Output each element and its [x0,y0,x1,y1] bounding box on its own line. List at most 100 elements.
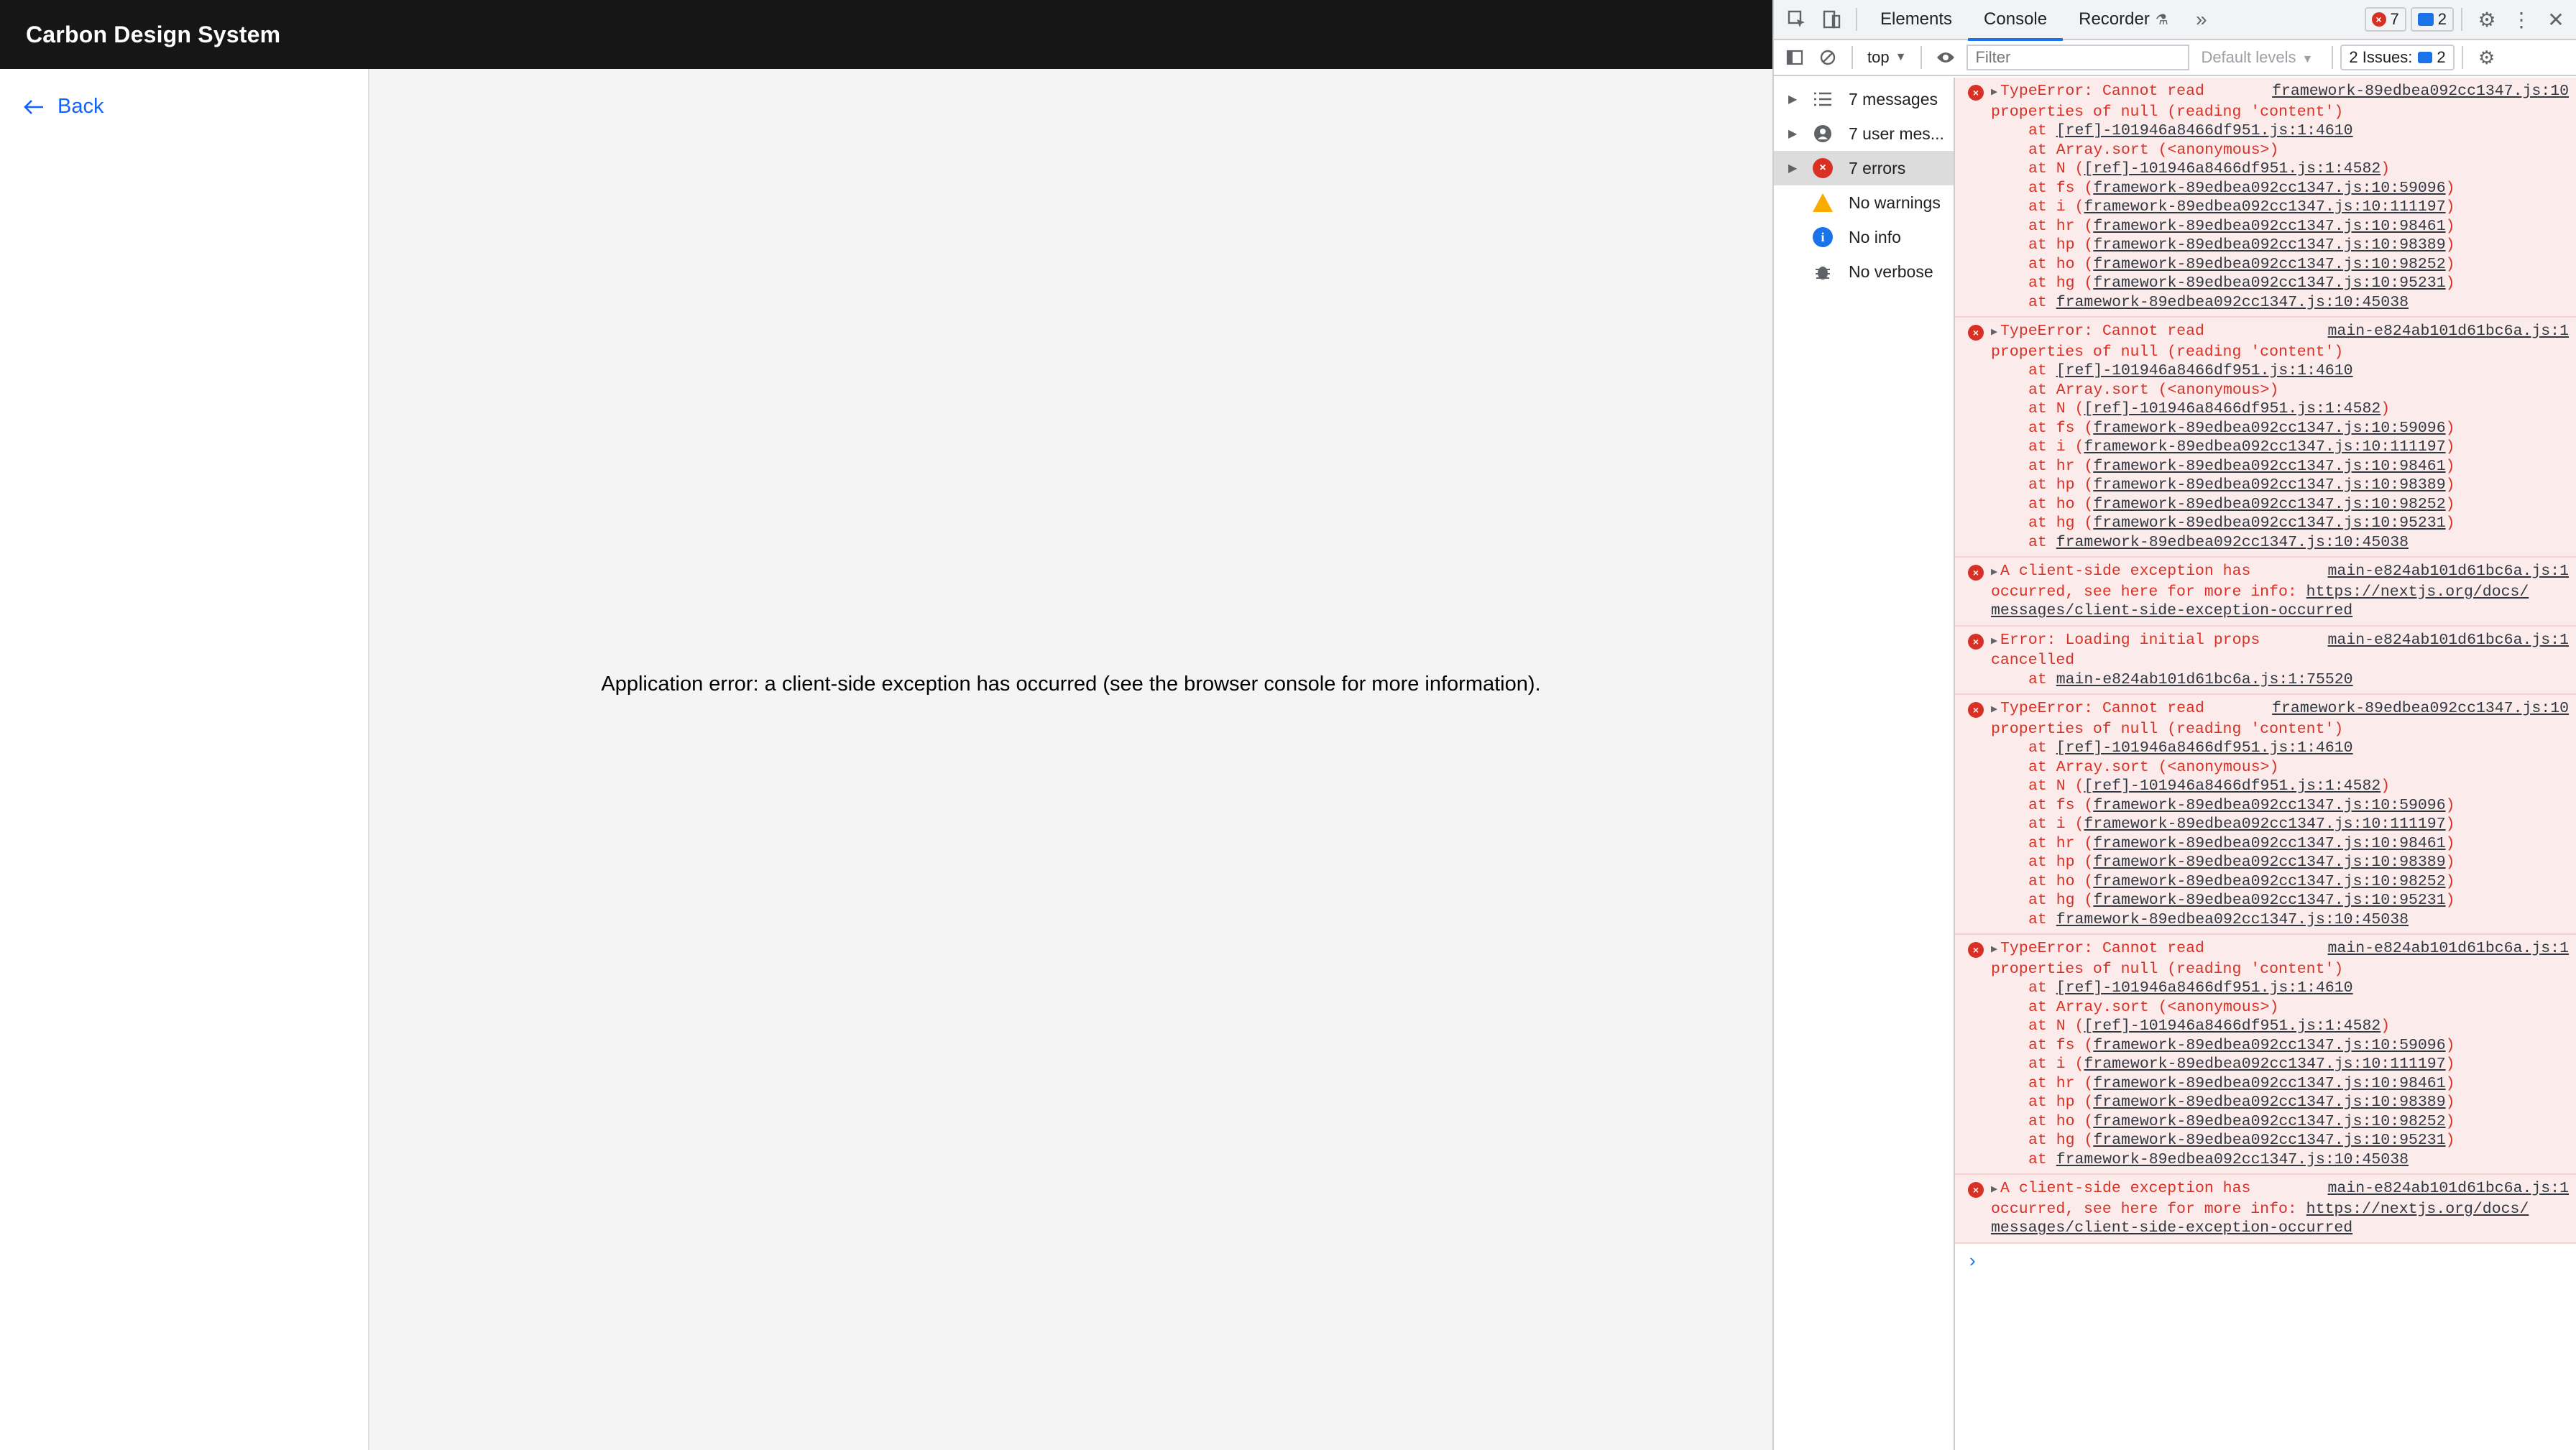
stack-frame-link[interactable]: [ref]-101946a8466df951.js:1:4582 [2084,777,2380,795]
stack-frame-suffix: ) [2445,217,2455,235]
docs-link[interactable]: https://nextjs.org/docs/ [2306,583,2529,601]
stack-frame-link[interactable]: framework-89edbea092cc1347.js:10:45038 [2056,294,2409,311]
stack-frame-link[interactable]: framework-89edbea092cc1347.js:10:59096 [2093,797,2445,814]
stack-frame: at hr (framework-89edbea092cc1347.js:10:… [1991,1074,2569,1094]
stack-frame-link[interactable]: framework-89edbea092cc1347.js:10:98389 [2093,1094,2445,1111]
stack-frame-link[interactable]: framework-89edbea092cc1347.js:10:45038 [2056,911,2409,928]
stack-frame-link[interactable]: framework-89edbea092cc1347.js:10:98461 [2093,458,2445,475]
issues-label: 2 Issues: [2349,48,2413,66]
stack-frame-link[interactable]: framework-89edbea092cc1347.js:10:95231 [2093,1132,2445,1149]
stack-frame: at ho (framework-89edbea092cc1347.js:10:… [1991,255,2569,274]
message-text[interactable]: ▶ TypeError: Cannot read [1991,699,2204,720]
stack-frame-link[interactable]: framework-89edbea092cc1347.js:10:98389 [2093,476,2445,494]
stack-frame-link[interactable]: [ref]-101946a8466df951.js:1:4610 [2056,362,2353,379]
message-text[interactable]: ▶ A client-side exception has [1991,1179,2250,1200]
stack-frame-link[interactable]: framework-89edbea092cc1347.js:10:45038 [2056,534,2409,551]
source-link[interactable]: framework-89edbea092cc1347.js:10 [2272,82,2569,103]
sidebar-item[interactable]: No warnings [1774,185,1954,220]
stack-frame-link[interactable]: [ref]-101946a8466df951.js:1:4582 [2084,1017,2380,1035]
expand-triangle-icon: ▶ [1991,703,1998,716]
tab-recorder[interactable]: Recorder ⚗ [2063,0,2184,40]
stack-frame-link[interactable]: framework-89edbea092cc1347.js:10:98252 [2093,1113,2445,1130]
stack-frame-link[interactable]: framework-89edbea092cc1347.js:10:45038 [2056,1151,2409,1168]
stack-frame-link[interactable]: framework-89edbea092cc1347.js:10:95231 [2093,892,2445,909]
sidebar-item[interactable]: ▶ 7 messages [1774,82,1954,116]
console-error-message: × ▶ A client-side exception has main-e824ab… [1955,1175,2576,1244]
stack-frame-link[interactable]: [ref]-101946a8466df951.js:1:4582 [2084,160,2380,177]
stack-frame-link[interactable]: framework-89edbea092cc1347.js:10:59096 [2093,420,2445,437]
main-content: Application error: a client-side excepti… [369,69,1772,1450]
source-link[interactable]: main-e824ab101d61bc6a.js:1 [2328,631,2569,652]
source-link[interactable]: framework-89edbea092cc1347.js:10 [2272,699,2569,720]
stack-frame-link[interactable]: framework-89edbea092cc1347.js:10:59096 [2093,180,2445,197]
message-text[interactable]: ▶ Error: Loading initial props [1991,631,2260,652]
stack-frame-link[interactable]: framework-89edbea092cc1347.js:10:95231 [2093,274,2445,292]
stack-frame-link[interactable]: framework-89edbea092cc1347.js:10:98461 [2093,1075,2445,1092]
stack-frame-prefix: at [2028,1150,2056,1168]
stack-frame-link[interactable]: framework-89edbea092cc1347.js:10:111197 [2084,1056,2445,1073]
stack-frame-link[interactable]: framework-89edbea092cc1347.js:10:98389 [2093,854,2445,871]
more-tabs-icon[interactable]: » [2184,2,2219,37]
stack-frame: at framework-89edbea092cc1347.js:10:4503… [1991,533,2569,553]
gear-icon[interactable]: ⚙ [2470,2,2504,37]
tab-elements[interactable]: Elements [1864,0,1968,40]
message-count-badge[interactable]: 2 [2410,7,2454,32]
brand-name[interactable]: Carbon Design System [26,22,280,48]
stack-frame-link[interactable]: framework-89edbea092cc1347.js:10:98252 [2093,256,2445,273]
docs-link[interactable]: https://nextjs.org/docs/ [2306,1201,2529,1218]
stack-frame-link[interactable]: framework-89edbea092cc1347.js:10:111197 [2084,816,2445,833]
stack-frame-link[interactable]: framework-89edbea092cc1347.js:10:98461 [2093,218,2445,235]
stack-frame-link[interactable]: [ref]-101946a8466df951.js:1:4610 [2056,122,2353,139]
close-icon[interactable]: ✕ [2539,2,2573,37]
stack-frame-prefix: at [2028,122,2056,139]
back-link[interactable]: Back [23,95,104,119]
stack-frame-link[interactable]: framework-89edbea092cc1347.js:10:111197 [2084,438,2445,456]
stack-frame: at Array.sort (<anonymous>) [1991,141,2569,160]
sidebar-item[interactable]: ▶ × 7 errors [1774,151,1954,185]
console-prompt[interactable]: › [1955,1244,2576,1272]
stack-frame-link[interactable]: framework-89edbea092cc1347.js:10:98461 [2093,835,2445,852]
stack-frame-link[interactable]: framework-89edbea092cc1347.js:10:98252 [2093,496,2445,513]
stack-frame-link[interactable]: [ref]-101946a8466df951.js:1:4610 [2056,979,2353,997]
stack-frame-link[interactable]: framework-89edbea092cc1347.js:10:95231 [2093,514,2445,532]
clear-console-icon[interactable] [1811,42,1844,73]
context-selector[interactable]: top ▼ [1860,48,1913,67]
docs-link[interactable]: messages/client-side-exception-occurred [1991,1219,2352,1237]
tab-console[interactable]: Console [1968,0,2064,41]
message-header: ▶ TypeError: Cannot read main-e824ab101d61… [1991,939,2569,960]
stack-frame-link[interactable]: framework-89edbea092cc1347.js:10:98252 [2093,873,2445,890]
docs-link[interactable]: messages/client-side-exception-occurred [1991,602,2352,619]
message-text[interactable]: ▶ TypeError: Cannot read [1991,82,2204,103]
kebab-menu-icon[interactable]: ⋮ [2504,2,2539,37]
stack-frame-link[interactable]: [ref]-101946a8466df951.js:1:4610 [2056,739,2353,757]
console-settings-gear-icon[interactable]: ⚙ [2470,42,2503,73]
stack-frame-prefix: at [2028,293,2056,311]
log-levels-dropdown[interactable]: Default levels ▼ [2189,48,2324,67]
sidebar-item[interactable]: ▶ 7 user mes... [1774,116,1954,151]
error-count-badge[interactable]: × 7 [2364,7,2406,32]
inspect-element-icon[interactable] [1780,2,1814,37]
sidebar-toggle-icon[interactable] [1778,42,1811,73]
source-link[interactable]: main-e824ab101d61bc6a.js:1 [2328,939,2569,960]
sidebar-item[interactable]: No verbose [1774,254,1954,289]
stack-frame-link[interactable]: [ref]-101946a8466df951.js:1:4582 [2084,400,2380,417]
message-text[interactable]: ▶ TypeError: Cannot read [1991,322,2204,343]
message-text[interactable]: ▶ TypeError: Cannot read [1991,939,2204,960]
message-text[interactable]: ▶ A client-side exception has [1991,562,2250,583]
device-toolbar-icon[interactable] [1814,2,1849,37]
source-link[interactable]: main-e824ab101d61bc6a.js:1 [2328,322,2569,343]
stack-frame-link[interactable]: framework-89edbea092cc1347.js:10:59096 [2093,1037,2445,1054]
filter-input[interactable] [1966,45,2190,70]
stack-frame-suffix: ) [2445,495,2455,513]
source-link[interactable]: main-e824ab101d61bc6a.js:1 [2328,1179,2569,1200]
stack-frame-link[interactable]: main-e824ab101d61bc6a.js:1:75520 [2056,671,2353,688]
sidebar-item[interactable]: i No info [1774,220,1954,254]
eye-icon[interactable] [1929,42,1962,73]
stack-frame-link[interactable]: framework-89edbea092cc1347.js:10:111197 [2084,198,2445,216]
source-link[interactable]: main-e824ab101d61bc6a.js:1 [2328,562,2569,583]
stack-frame-link[interactable]: framework-89edbea092cc1347.js:10:98389 [2093,236,2445,254]
issues-button[interactable]: 2 Issues: 2 [2340,45,2455,70]
stack-frame-suffix: ) [2445,1132,2455,1149]
error-icon: × [1813,158,1833,178]
stack-frame: at framework-89edbea092cc1347.js:10:4503… [1991,1150,2569,1170]
